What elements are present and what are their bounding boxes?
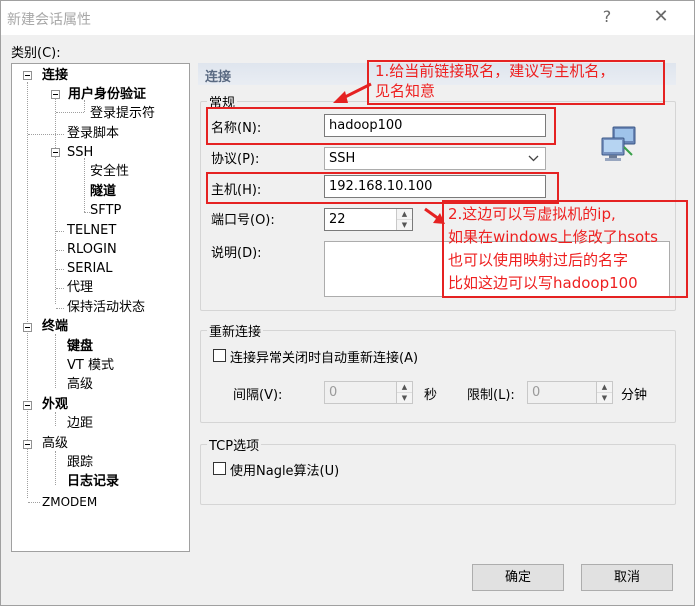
tree-line — [55, 334, 56, 388]
tree-item-margins[interactable]: 边距 — [67, 415, 93, 433]
tree-line — [56, 250, 64, 251]
reconnect-group: 重新连接 — [200, 321, 676, 423]
cancel-button[interactable]: 取消 — [581, 564, 673, 591]
tree-line — [56, 269, 64, 270]
note2-line4: 比如这边可以写hadoop100 — [448, 274, 638, 292]
tree-line — [56, 112, 84, 113]
note2-line1: 2.这边可以写虚拟机的ip, — [448, 205, 616, 223]
tree-item-auth[interactable]: 用户身份验证 — [68, 86, 146, 104]
protocol-value: SSH — [329, 151, 356, 166]
spin-down-icon[interactable]: ▼ — [397, 393, 412, 404]
spin-up-icon[interactable]: ▲ — [397, 209, 412, 220]
tree-item-trace[interactable]: 跟踪 — [67, 454, 93, 472]
interval-value: 0 — [329, 385, 338, 400]
tree-line — [56, 288, 64, 289]
collapse-icon[interactable] — [23, 323, 32, 332]
tree-line — [56, 308, 64, 309]
port-spinner[interactable]: ▲ ▼ — [396, 209, 412, 230]
note1-line2: 见名知意 — [375, 82, 436, 100]
tree-item-keyboard[interactable]: 键盘 — [67, 338, 93, 356]
tree-item-tunnel[interactable]: 隧道 — [90, 183, 116, 201]
limit-value: 0 — [532, 385, 541, 400]
tree-line — [27, 82, 28, 498]
nagle-label: 使用Nagle算法(U) — [230, 464, 340, 479]
window-title: 新建会话属性 — [7, 12, 91, 28]
tree-item-proxy[interactable]: 代理 — [67, 279, 93, 297]
tree-line — [55, 412, 56, 426]
tree-item-terminal[interactable]: 终端 — [42, 318, 68, 336]
tree-item-login-script[interactable]: 登录脚本 — [67, 125, 119, 143]
spin-down-icon[interactable]: ▼ — [397, 220, 412, 231]
tree-line — [84, 158, 85, 212]
limit-label: 限制(L): — [467, 388, 515, 403]
category-label: 类别(C): — [11, 46, 61, 61]
arrow-icon — [333, 82, 372, 103]
interval-input[interactable]: 0 ▲ ▼ — [324, 381, 413, 404]
tree-item-sftp[interactable]: SFTP — [90, 202, 121, 220]
interval-unit: 秒 — [424, 388, 438, 403]
category-tree[interactable]: 连接 用户身份验证 登录提示符 登录脚本 SSH 安全性 隧道 SFTP TEL… — [11, 63, 190, 552]
limit-spinner[interactable]: ▲ ▼ — [596, 382, 612, 403]
reconnect-group-title: 重新连接 — [207, 321, 264, 340]
port-value: 22 — [329, 212, 346, 227]
protocol-select[interactable]: SSH — [324, 147, 546, 170]
tree-item-terminal-advanced[interactable]: 高级 — [67, 376, 93, 394]
tree-item-telnet[interactable]: TELNET — [67, 222, 116, 240]
ok-button[interactable]: 确定 — [472, 564, 564, 591]
tree-item-serial[interactable]: SERIAL — [67, 260, 112, 278]
tree-item-vt-mode[interactable]: VT 模式 — [67, 357, 114, 375]
chevron-down-icon — [528, 155, 539, 162]
help-button[interactable]: ? — [597, 7, 617, 26]
spin-up-icon[interactable]: ▲ — [397, 382, 412, 393]
tree-item-ssh[interactable]: SSH — [67, 144, 93, 162]
tree-item-connection[interactable]: 连接 — [42, 67, 68, 85]
tree-item-keepalive[interactable]: 保持活动状态 — [67, 299, 145, 317]
tree-item-logging[interactable]: 日志记录 — [67, 473, 119, 491]
arrow-icon — [424, 207, 445, 224]
tree-line — [84, 212, 90, 213]
close-button[interactable]: ✕ — [651, 6, 671, 27]
tree-item-rlogin[interactable]: RLOGIN — [67, 241, 117, 259]
nagle-checkbox[interactable] — [213, 462, 226, 475]
collapse-icon[interactable] — [23, 71, 32, 80]
collapse-icon[interactable] — [23, 401, 32, 410]
spin-up-icon[interactable]: ▲ — [597, 382, 612, 393]
port-input[interactable]: 22 ▲ ▼ — [324, 208, 413, 231]
interval-label: 间隔(V): — [233, 388, 283, 403]
tree-item-advanced[interactable]: 高级 — [42, 435, 68, 453]
limit-unit: 分钟 — [621, 388, 648, 403]
tree-item-security[interactable]: 安全性 — [90, 163, 129, 181]
note2-line2: 如果在windows上修改了hsots — [448, 228, 658, 246]
tree-line — [28, 502, 40, 503]
interval-spinner[interactable]: ▲ ▼ — [396, 382, 412, 403]
limit-input[interactable]: 0 ▲ ▼ — [527, 381, 613, 404]
panel-title: 连接 — [205, 70, 232, 85]
note1-line1: 1.给当前链接取名，建议写主机名， — [375, 62, 615, 80]
collapse-icon[interactable] — [51, 148, 60, 157]
tree-item-zmodem[interactable]: ZMODEM — [42, 493, 97, 511]
tree-line — [56, 231, 64, 232]
tree-item-login-prompt[interactable]: 登录提示符 — [90, 105, 155, 123]
tree-item-appearance[interactable]: 外观 — [42, 396, 68, 414]
name-highlight-box — [206, 107, 556, 145]
network-computer-icon — [601, 126, 636, 161]
title-bar: 新建会话属性 ? ✕ — [1, 1, 694, 35]
tree-line — [55, 451, 56, 485]
tcp-options-title: TCP选项 — [207, 435, 262, 454]
protocol-label: 协议(P): — [211, 152, 260, 167]
tree-line — [28, 134, 64, 135]
spin-down-icon[interactable]: ▼ — [597, 393, 612, 404]
note2-line3: 也可以使用映射过后的名字 — [448, 251, 629, 269]
auto-reconnect-checkbox[interactable] — [213, 349, 226, 362]
port-label: 端口号(O): — [211, 213, 275, 228]
collapse-icon[interactable] — [51, 90, 60, 99]
session-properties-window: 新建会话属性 ? ✕ 类别(C): 连接 用户身份验证 登录提示符 登录脚本 S… — [0, 0, 695, 606]
collapse-icon[interactable] — [23, 440, 32, 449]
auto-reconnect-label: 连接异常关闭时自动重新连接(A) — [230, 351, 419, 366]
tree-line — [55, 94, 56, 304]
description-label: 说明(D): — [211, 246, 262, 261]
